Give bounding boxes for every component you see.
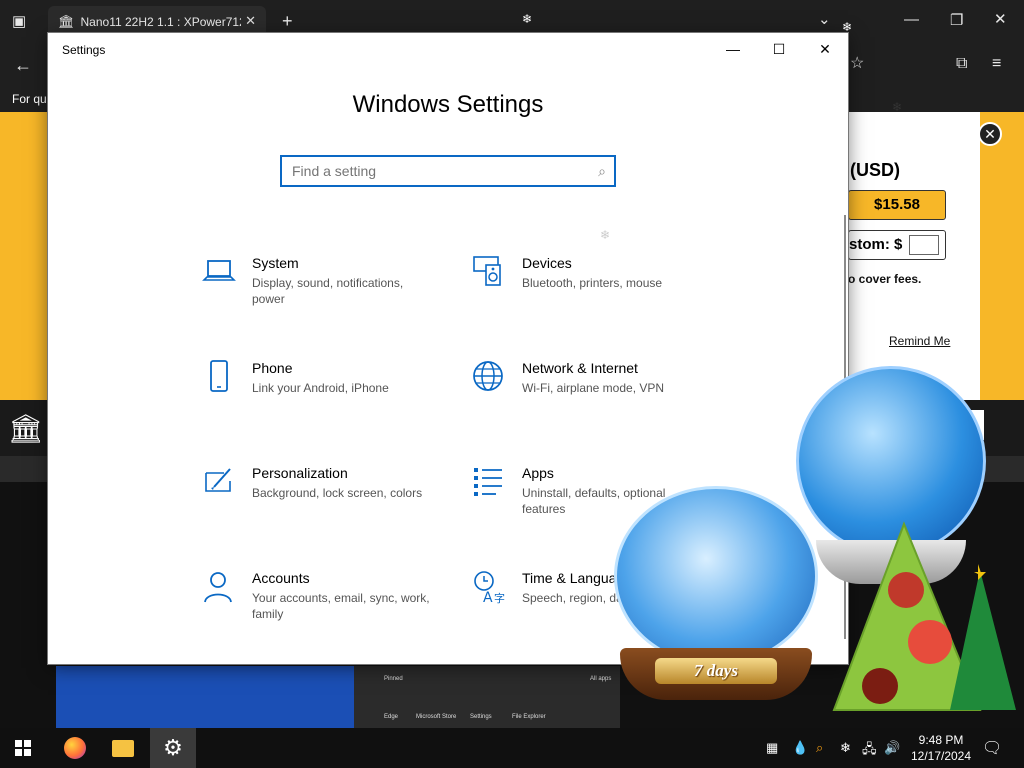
category-accounts[interactable]: Accounts Your accounts, email, sync, wor… bbox=[202, 570, 442, 630]
devices-icon bbox=[473, 256, 501, 286]
gear-icon: ⚙ bbox=[163, 735, 183, 760]
bookmark-star-icon[interactable]: ☆ bbox=[850, 56, 864, 72]
taskbar-clock[interactable]: 9:48 PM 12/17/2024 bbox=[906, 732, 976, 764]
wallpaper-preview bbox=[56, 666, 356, 728]
category-description: Wi-Fi, airplane mode, VPN bbox=[522, 381, 665, 395]
svg-text:A: A bbox=[483, 590, 493, 604]
taskbar-settings[interactable]: ⚙ bbox=[150, 728, 196, 768]
minimize-browser-icon[interactable]: — bbox=[904, 12, 919, 27]
category-title: System bbox=[252, 255, 299, 271]
explorer-app-label: File Explorer bbox=[512, 714, 546, 720]
settings-search-box[interactable]: ⌕ bbox=[280, 155, 616, 187]
settings-window-title: Settings bbox=[62, 43, 106, 57]
notification-center-icon[interactable]: 🗨 bbox=[982, 738, 1002, 758]
settings-maximize-button[interactable]: ☐ bbox=[756, 33, 802, 65]
paint-icon bbox=[205, 468, 231, 492]
christmas-tree-icon[interactable] bbox=[830, 520, 1018, 716]
restore-browser-icon[interactable]: ❐ bbox=[950, 13, 963, 28]
category-title: Network & Internet bbox=[522, 360, 638, 376]
volume-icon[interactable]: 🔊 bbox=[884, 740, 900, 756]
custom-amount-input[interactable] bbox=[909, 235, 939, 255]
taskbar-firefox[interactable] bbox=[52, 728, 98, 768]
tray-drop-icon[interactable]: 💧 bbox=[792, 740, 808, 756]
tray-app-icon[interactable]: ▦ bbox=[766, 740, 778, 756]
snow-globe-left-widget[interactable] bbox=[614, 486, 818, 666]
museum-icon: 🏛 bbox=[58, 14, 75, 29]
days-plaque: 7 days bbox=[655, 658, 777, 684]
network-icon[interactable]: 🖧 bbox=[862, 740, 877, 762]
extensions-icon[interactable]: ⧉ bbox=[956, 56, 967, 72]
donate-amount-button[interactable]: $15.58 bbox=[848, 190, 946, 220]
settings-heading: Windows Settings bbox=[352, 91, 544, 118]
tab-title: Nano11 22H2 1.1 : XPower7125 bbox=[80, 15, 241, 29]
custom-amount-row: stom: $ bbox=[848, 230, 946, 260]
category-title: Phone bbox=[252, 360, 293, 376]
banner-right-yellow bbox=[980, 112, 1024, 400]
category-title: Accounts bbox=[252, 570, 310, 586]
new-tab-button[interactable]: + bbox=[282, 12, 293, 30]
taskbar-file-explorer[interactable] bbox=[100, 728, 146, 768]
tab-list-chevron-icon[interactable]: ⌄ bbox=[818, 12, 831, 27]
category-description: Bluetooth, printers, mouse bbox=[522, 276, 663, 290]
tab-close-icon[interactable]: ✕ bbox=[245, 13, 256, 29]
taskbar: ⚙ ▦ 💧 ⌕ ❄ 🖧 🔊 9:48 PM 12/17/2024 🗨 bbox=[0, 728, 1024, 768]
edge-app-label: Edge bbox=[384, 714, 399, 720]
clock-date: 12/17/2024 bbox=[910, 749, 972, 763]
category-title: Apps bbox=[522, 465, 554, 481]
close-browser-icon[interactable]: ✕ bbox=[994, 12, 1007, 27]
start-menu-preview: Pinned All apps Edge Microsoft Store Set… bbox=[354, 666, 620, 728]
tab-overview-icon[interactable]: ▣ bbox=[12, 14, 26, 29]
category-network-internet[interactable]: Network & Internet Wi-Fi, airplane mode,… bbox=[472, 360, 712, 420]
category-description: Display, sound, notifications, power bbox=[252, 276, 404, 306]
cover-fees-text: o cover fees. bbox=[848, 272, 922, 286]
settings-search-input[interactable] bbox=[282, 157, 572, 185]
phone-icon bbox=[210, 360, 228, 392]
category-phone[interactable]: Phone Link your Android, iPhone bbox=[202, 360, 442, 420]
store-app-label: Microsoft Store bbox=[416, 714, 457, 720]
back-arrow-icon[interactable]: ← bbox=[14, 56, 32, 74]
category-title: Personalization bbox=[252, 465, 348, 481]
snowflake-icon: ❄ bbox=[600, 228, 611, 242]
category-description: Background, lock screen, colors bbox=[252, 486, 423, 500]
category-description: Link your Android, iPhone bbox=[252, 381, 389, 395]
snowflake-icon: ❄ bbox=[892, 100, 903, 114]
tray-search-icon[interactable]: ⌕ bbox=[816, 740, 823, 756]
search-icon[interactable]: ⌕ bbox=[598, 163, 606, 180]
category-description: Your accounts, email, sync, work, family bbox=[252, 591, 430, 621]
custom-amount-label: stom: $ bbox=[849, 236, 903, 253]
category-personalization[interactable]: Personalization Background, lock screen,… bbox=[202, 465, 442, 525]
pinned-label: Pinned bbox=[384, 676, 403, 682]
svg-text:字: 字 bbox=[494, 591, 505, 604]
donate-currency: (USD) bbox=[850, 160, 900, 180]
apps-list-icon bbox=[474, 468, 502, 496]
menu-hamburger-icon[interactable]: ≡ bbox=[992, 56, 1001, 72]
snowflake-icon: ❄ bbox=[522, 12, 533, 26]
start-button[interactable] bbox=[0, 728, 46, 768]
settings-close-button[interactable]: ✕ bbox=[802, 33, 848, 65]
time-language-icon: A 字 bbox=[474, 571, 505, 604]
category-devices[interactable]: Devices Bluetooth, printers, mouse bbox=[472, 255, 712, 315]
bookmark-text: For qu bbox=[12, 92, 47, 106]
donation-panel: (USD) $15.58 stom: $ o cover fees. Remin… bbox=[848, 112, 980, 400]
settings-minimize-button[interactable]: — bbox=[710, 33, 756, 65]
remind-me-link[interactable]: Remind Me bbox=[889, 334, 950, 348]
category-title: Devices bbox=[522, 255, 572, 271]
archive-logo-icon[interactable]: 🏛 bbox=[8, 412, 44, 445]
firefox-icon bbox=[64, 737, 86, 759]
donation-close-button[interactable]: ✕ bbox=[978, 122, 1002, 146]
days-label: 7 days bbox=[694, 661, 738, 680]
all-apps-label: All apps bbox=[590, 676, 612, 682]
clock-time: 9:48 PM bbox=[918, 733, 964, 747]
settings-app-label: Settings bbox=[470, 714, 492, 720]
folder-icon bbox=[112, 739, 134, 757]
laptop-icon bbox=[202, 260, 236, 281]
globe-icon bbox=[473, 361, 503, 391]
windows-logo-icon bbox=[15, 740, 31, 756]
person-icon bbox=[204, 572, 232, 603]
snowflake-icon: ❄ bbox=[842, 20, 853, 34]
category-system[interactable]: System Display, sound, notifications, po… bbox=[202, 255, 442, 315]
banner-left-yellow bbox=[0, 112, 48, 400]
tray-snow-icon[interactable]: ❄ bbox=[840, 740, 851, 756]
